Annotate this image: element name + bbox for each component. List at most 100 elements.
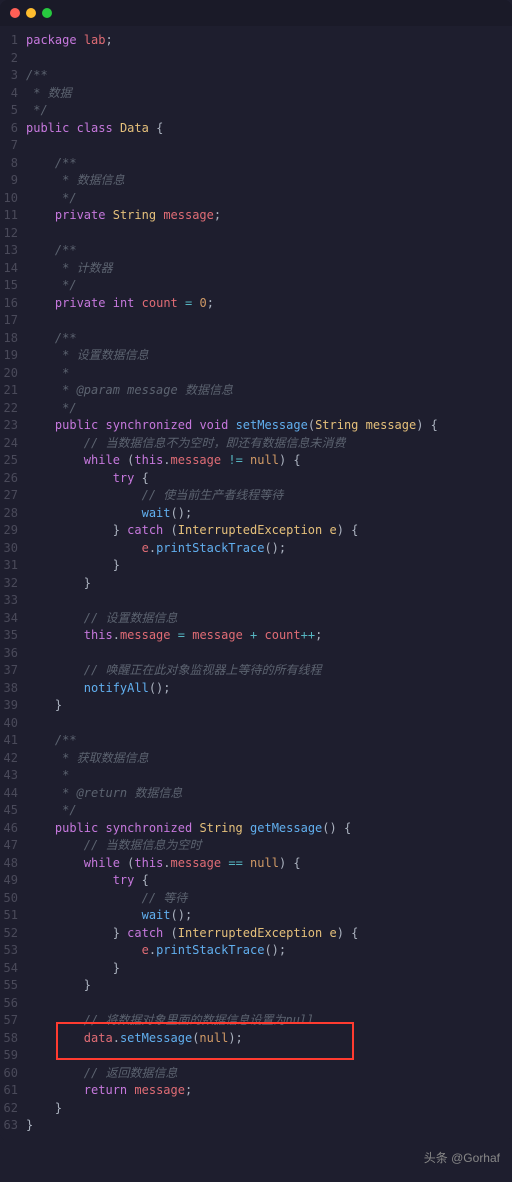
line-content	[26, 715, 512, 733]
code-line[interactable]: 19 * 设置数据信息	[0, 347, 512, 365]
line-number: 1	[0, 32, 26, 50]
code-line[interactable]: 16 private int count = 0;	[0, 295, 512, 313]
code-line[interactable]: 7	[0, 137, 512, 155]
code-line[interactable]: 45 */	[0, 802, 512, 820]
code-line[interactable]: 48 while (this.message == null) {	[0, 855, 512, 873]
code-line[interactable]: 28 wait();	[0, 505, 512, 523]
line-number: 37	[0, 662, 26, 680]
code-line[interactable]: 58 data.setMessage(null);	[0, 1030, 512, 1048]
code-line[interactable]: 59	[0, 1047, 512, 1065]
code-line[interactable]: 17	[0, 312, 512, 330]
line-number: 59	[0, 1047, 26, 1065]
code-line[interactable]: 38 notifyAll();	[0, 680, 512, 698]
code-line[interactable]: 31 }	[0, 557, 512, 575]
line-number: 3	[0, 67, 26, 85]
line-content: } catch (InterruptedException e) {	[26, 522, 512, 540]
code-line[interactable]: 9 * 数据信息	[0, 172, 512, 190]
line-content: // 等待	[26, 890, 512, 908]
line-content: try {	[26, 470, 512, 488]
code-line[interactable]: 46 public synchronized String getMessage…	[0, 820, 512, 838]
code-line[interactable]: 53 e.printStackTrace();	[0, 942, 512, 960]
code-line[interactable]: 12	[0, 225, 512, 243]
code-line[interactable]: 51 wait();	[0, 907, 512, 925]
attribution-footer: 头条 @Gorhaf	[0, 1141, 512, 1174]
code-line[interactable]: 26 try {	[0, 470, 512, 488]
code-line[interactable]: 10 */	[0, 190, 512, 208]
code-line[interactable]: 13 /**	[0, 242, 512, 260]
line-content: */	[26, 802, 512, 820]
code-line[interactable]: 27 // 使当前生产者线程等待	[0, 487, 512, 505]
line-content: public class Data {	[26, 120, 512, 138]
code-line[interactable]: 2	[0, 50, 512, 68]
line-number: 2	[0, 50, 26, 68]
code-line[interactable]: 25 while (this.message != null) {	[0, 452, 512, 470]
code-line[interactable]: 36	[0, 645, 512, 663]
code-line[interactable]: 5 */	[0, 102, 512, 120]
code-line[interactable]: 34 // 设置数据信息	[0, 610, 512, 628]
line-number: 39	[0, 697, 26, 715]
line-content: package lab;	[26, 32, 512, 50]
line-number: 51	[0, 907, 26, 925]
line-content: notifyAll();	[26, 680, 512, 698]
maximize-icon[interactable]	[42, 8, 52, 18]
code-line[interactable]: 37 // 唤醒正在此对象监视器上等待的所有线程	[0, 662, 512, 680]
line-content: // 设置数据信息	[26, 610, 512, 628]
code-line[interactable]: 20 *	[0, 365, 512, 383]
code-line[interactable]: 60 // 返回数据信息	[0, 1065, 512, 1083]
code-line[interactable]: 43 *	[0, 767, 512, 785]
close-icon[interactable]	[10, 8, 20, 18]
code-line[interactable]: 56	[0, 995, 512, 1013]
code-line[interactable]: 21 * @param message 数据信息	[0, 382, 512, 400]
code-line[interactable]: 18 /**	[0, 330, 512, 348]
line-content	[26, 995, 512, 1013]
code-line[interactable]: 30 e.printStackTrace();	[0, 540, 512, 558]
code-line[interactable]: 47 // 当数据信息为空时	[0, 837, 512, 855]
code-line[interactable]: 42 * 获取数据信息	[0, 750, 512, 768]
line-content: // 使当前生产者线程等待	[26, 487, 512, 505]
code-line[interactable]: 49 try {	[0, 872, 512, 890]
line-number: 54	[0, 960, 26, 978]
code-line[interactable]: 4 * 数据	[0, 85, 512, 103]
line-number: 58	[0, 1030, 26, 1048]
code-line[interactable]: 15 */	[0, 277, 512, 295]
code-editor[interactable]: 1package lab;23/**4 * 数据5 */6public clas…	[0, 26, 512, 1141]
code-line[interactable]: 24 // 当数据信息不为空时，即还有数据信息未消费	[0, 435, 512, 453]
code-line[interactable]: 39 }	[0, 697, 512, 715]
code-line[interactable]: 14 * 计数器	[0, 260, 512, 278]
code-line[interactable]: 62 }	[0, 1100, 512, 1118]
line-number: 21	[0, 382, 26, 400]
line-content	[26, 225, 512, 243]
code-line[interactable]: 33	[0, 592, 512, 610]
line-number: 44	[0, 785, 26, 803]
line-number: 6	[0, 120, 26, 138]
code-line[interactable]: 44 * @return 数据信息	[0, 785, 512, 803]
code-line[interactable]: 3/**	[0, 67, 512, 85]
line-content: * 设置数据信息	[26, 347, 512, 365]
code-line[interactable]: 8 /**	[0, 155, 512, 173]
code-line[interactable]: 1package lab;	[0, 32, 512, 50]
code-line[interactable]: 6public class Data {	[0, 120, 512, 138]
code-line[interactable]: 50 // 等待	[0, 890, 512, 908]
line-content: * 获取数据信息	[26, 750, 512, 768]
code-line[interactable]: 32 }	[0, 575, 512, 593]
code-line[interactable]: 23 public synchronized void setMessage(S…	[0, 417, 512, 435]
code-line[interactable]: 52 } catch (InterruptedException e) {	[0, 925, 512, 943]
minimize-icon[interactable]	[26, 8, 36, 18]
line-content: *	[26, 365, 512, 383]
code-line[interactable]: 63}	[0, 1117, 512, 1135]
line-content: */	[26, 190, 512, 208]
line-number: 43	[0, 767, 26, 785]
code-line[interactable]: 57 // 将数据对象里面的数据信息设置为null	[0, 1012, 512, 1030]
code-line[interactable]: 35 this.message = message + count++;	[0, 627, 512, 645]
line-content: }	[26, 557, 512, 575]
code-line[interactable]: 22 */	[0, 400, 512, 418]
code-line[interactable]: 55 }	[0, 977, 512, 995]
code-line[interactable]: 54 }	[0, 960, 512, 978]
line-content: data.setMessage(null);	[26, 1030, 512, 1048]
code-line[interactable]: 41 /**	[0, 732, 512, 750]
line-content: private int count = 0;	[26, 295, 512, 313]
code-line[interactable]: 29 } catch (InterruptedException e) {	[0, 522, 512, 540]
code-line[interactable]: 11 private String message;	[0, 207, 512, 225]
code-line[interactable]: 61 return message;	[0, 1082, 512, 1100]
code-line[interactable]: 40	[0, 715, 512, 733]
